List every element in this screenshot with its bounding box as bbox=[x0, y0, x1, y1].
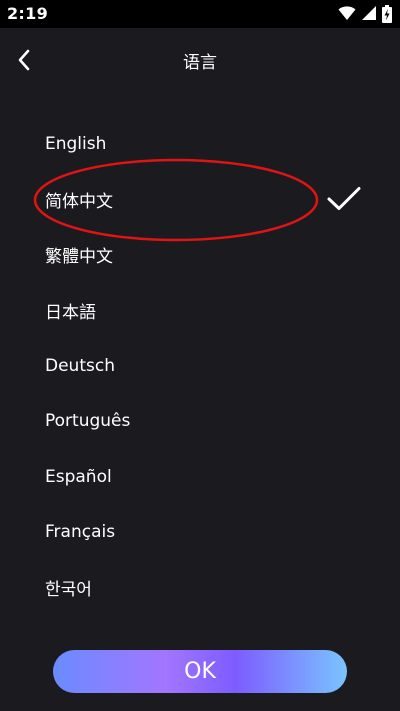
language-item-traditional-chinese[interactable]: 繁體中文 bbox=[0, 227, 400, 283]
page-title: 语言 bbox=[183, 53, 217, 73]
language-item-german[interactable]: Deutsch bbox=[0, 338, 400, 394]
language-label: 简体中文 bbox=[45, 191, 113, 212]
language-item-spanish[interactable]: Español bbox=[0, 449, 400, 505]
language-settings-screen: 2:19 语言 English 简体中文 繁體中文 日本語 Deutsch Po… bbox=[0, 0, 400, 711]
language-label: Deutsch bbox=[45, 355, 115, 376]
battery-charging-icon bbox=[382, 5, 392, 23]
language-list: English 简体中文 繁體中文 日本語 Deutsch Português … bbox=[0, 116, 400, 616]
language-label: Français bbox=[45, 522, 116, 543]
wifi-icon bbox=[338, 5, 356, 23]
language-item-korean[interactable]: 한국어 bbox=[0, 560, 400, 616]
checkmark-icon bbox=[327, 187, 361, 211]
status-time: 2:19 bbox=[7, 4, 48, 23]
header: 语言 bbox=[0, 28, 400, 92]
language-item-french[interactable]: Français bbox=[0, 505, 400, 561]
language-label: Português bbox=[45, 411, 131, 432]
language-label: 繁體中文 bbox=[45, 247, 113, 268]
language-label: 한국어 bbox=[45, 580, 92, 601]
status-bar: 2:19 bbox=[0, 0, 400, 28]
language-item-english[interactable]: English bbox=[0, 116, 400, 172]
language-label: English bbox=[45, 133, 107, 154]
language-label: 日本語 bbox=[45, 302, 96, 323]
status-icons bbox=[338, 5, 392, 23]
ok-button[interactable]: OK bbox=[53, 650, 347, 693]
language-item-portuguese[interactable]: Português bbox=[0, 394, 400, 450]
language-item-simplified-chinese[interactable]: 简体中文 bbox=[0, 172, 400, 228]
language-item-japanese[interactable]: 日本語 bbox=[0, 283, 400, 339]
signal-icon bbox=[361, 5, 377, 23]
language-label: Español bbox=[45, 466, 112, 487]
